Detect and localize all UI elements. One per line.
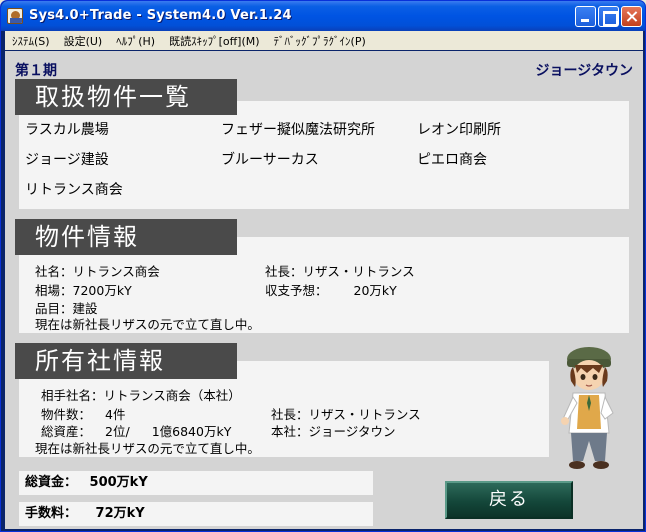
owner-president-value: リザス・リトランス [308, 407, 421, 422]
forecast-value: 20万kY [353, 283, 397, 298]
menu-skip-read[interactable]: 既読ｽｷｯﾌﾟ[off](M) [162, 33, 266, 49]
owner-info-heading: 所有社情報 [15, 343, 237, 379]
property-item[interactable]: ジョージ建設 [25, 149, 109, 169]
maximize-button[interactable] [598, 6, 619, 27]
property-item[interactable]: ピエロ商会 [417, 149, 487, 169]
funds-value: 500万kY [89, 475, 148, 490]
property-item[interactable]: フェザー擬似魔法研究所 [221, 119, 375, 139]
close-button[interactable] [621, 6, 642, 27]
price-value: 7200万kY [72, 283, 132, 298]
app-icon [7, 8, 23, 24]
count-label: 物件数： [41, 407, 92, 422]
property-info-heading: 物件情報 [15, 219, 237, 255]
partner-value: リトランス商会（本社） [103, 388, 241, 403]
property-list-heading: 取扱物件一覧 [15, 79, 237, 115]
assets-label: 総資産： [41, 424, 92, 439]
character-portrait [561, 347, 614, 469]
minimize-button[interactable] [575, 6, 596, 27]
menu-system[interactable]: ｼｽﾃﾑ(S) [5, 33, 57, 49]
partner-company: 相手社名：リトランス商会（本社） [41, 385, 241, 404]
price-label: 相場： [35, 283, 73, 298]
forecast-label: 収支予想： [265, 283, 328, 298]
funds-label: 総資金： [25, 475, 78, 490]
market-price: 相場：7200万kY [35, 280, 132, 299]
menu-debug-plugin[interactable]: ﾃﾞﾊﾞｯｸﾞﾌﾟﾗｸﾞｲﾝ(P) [267, 33, 373, 49]
property-item[interactable]: レオン印刷所 [417, 119, 501, 139]
count-value: 4件 [105, 407, 126, 422]
headquarters: 本社：ジョージタウン [271, 421, 396, 440]
president-value: リザス・リトランス [302, 264, 415, 279]
company-value: リトランス商会 [72, 264, 160, 279]
property-item[interactable]: ラスカル農場 [25, 119, 109, 139]
total-funds: 総資金： 500万kY [19, 471, 373, 495]
menu-bar: ｼｽﾃﾑ(S) 設定(U) ﾍﾙﾌﾟ(H) 既読ｽｷｯﾌﾟ[off](M) ﾃﾞ… [5, 31, 643, 50]
owner-note: 現在は新社長リザスの元で立て直し中。 [35, 441, 260, 456]
company-name: 社名：リトランス商会 [35, 261, 160, 280]
assets-value: 1億6840万kY [151, 424, 232, 439]
title-bar[interactable]: Sys4.0+Trade - System4.0 Ver.1.24 [1, 1, 645, 31]
fee-label: 手数料： [25, 506, 78, 521]
income-forecast: 収支予想： 20万kY [265, 280, 397, 299]
owner-president-label: 社長： [271, 407, 309, 422]
property-item[interactable]: ブルーサーカス [221, 149, 319, 169]
partner-label: 相手社名： [41, 388, 104, 403]
game-screen: 第１期 ジョージタウン 取扱物件一覧 ラスカル農場 フェザー擬似魔法研究所 レオ… [5, 51, 643, 529]
hq-label: 本社： [271, 424, 309, 439]
back-button[interactable]: 戻る [445, 481, 573, 519]
hq-value: ジョージタウン [308, 424, 396, 439]
location-label: ジョージタウン [535, 63, 633, 79]
president: 社長：リザス・リトランス [265, 261, 415, 280]
assets-rank: 2位/ [105, 424, 130, 439]
app-window: Sys4.0+Trade - System4.0 Ver.1.24 ｼｽﾃﾑ(S… [0, 0, 646, 532]
property-item[interactable]: リトランス商会 [25, 179, 123, 199]
menu-help[interactable]: ﾍﾙﾌﾟ(H) [109, 33, 162, 49]
menu-settings[interactable]: 設定(U) [57, 33, 110, 49]
window-title: Sys4.0+Trade - System4.0 Ver.1.24 [29, 8, 292, 23]
period-label: 第１期 [15, 63, 57, 79]
property-note: 現在は新社長リザスの元で立て直し中。 [35, 317, 260, 332]
company-label: 社名： [35, 264, 73, 279]
fee: 手数料： 72万kY [19, 502, 373, 526]
president-label: 社長： [265, 264, 303, 279]
fee-value: 72万kY [95, 506, 145, 521]
